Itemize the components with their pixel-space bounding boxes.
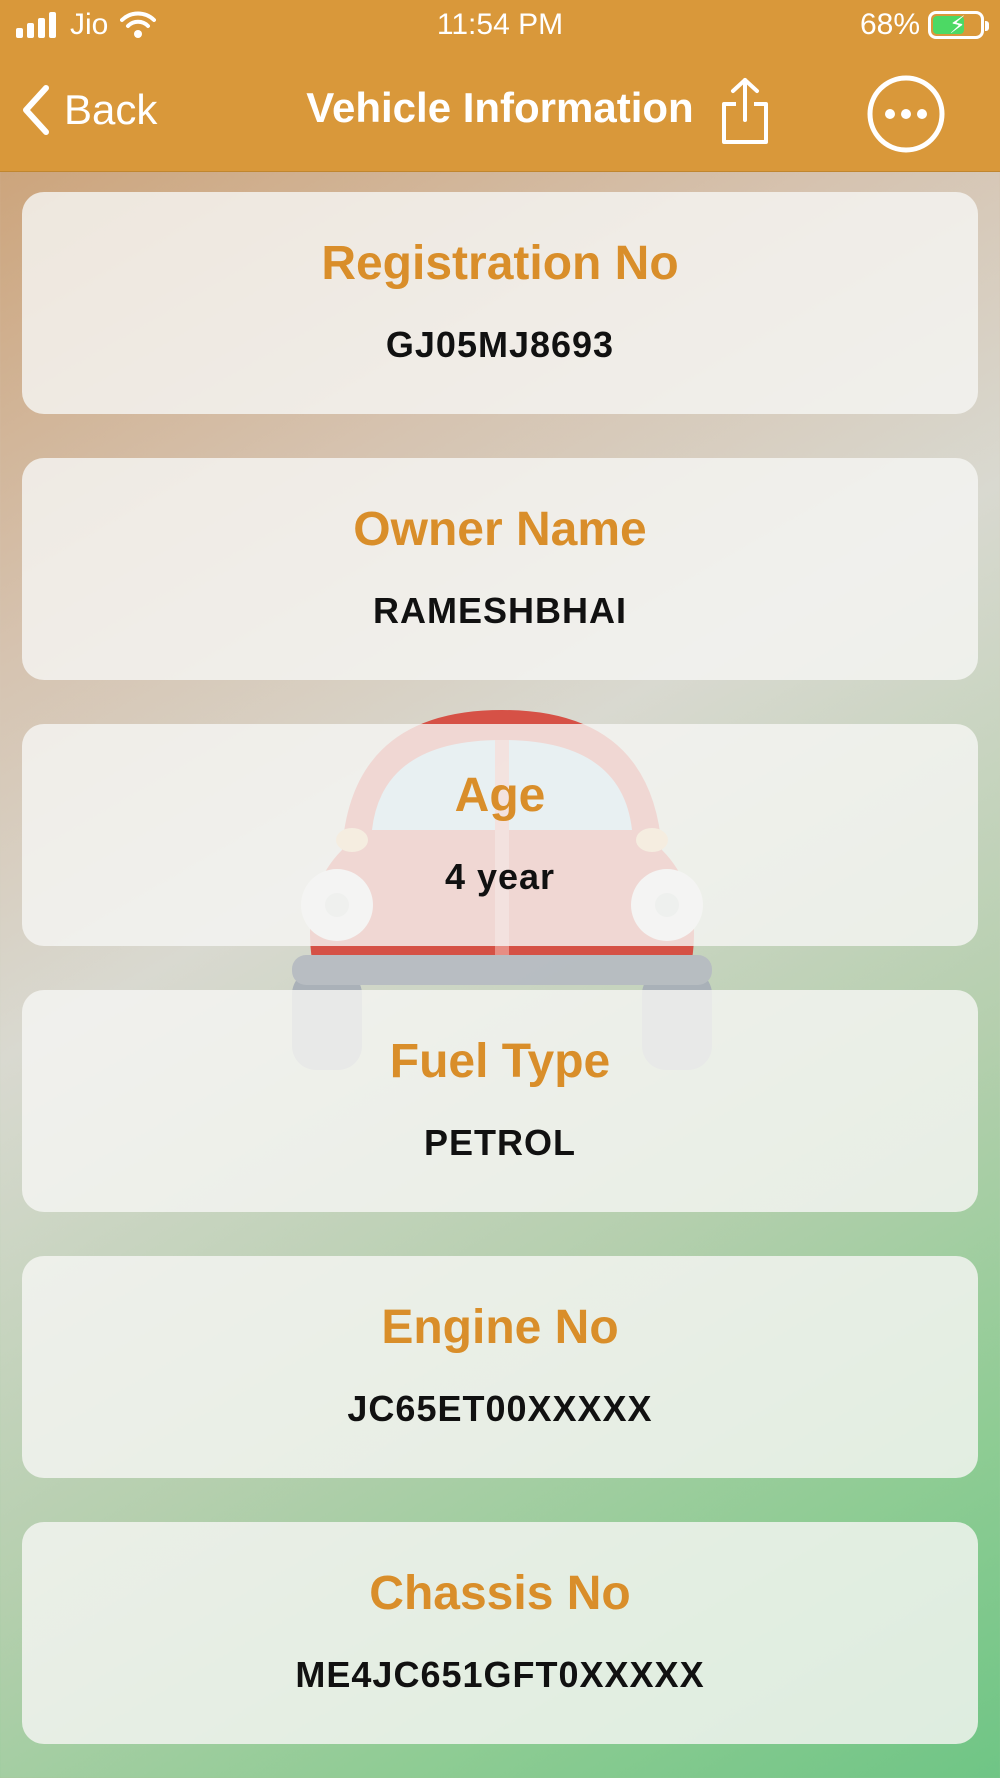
battery-percent: 68% xyxy=(859,8,920,41)
card-engine-no: Engine No JC65ET00XXXXX xyxy=(22,1256,978,1478)
card-value: JC65ET00XXXXX xyxy=(347,1388,653,1429)
vehicle-info-list: Registration No GJ05MJ8693 Owner Name RA… xyxy=(22,192,978,1778)
card-label: Engine No xyxy=(381,1301,619,1354)
card-label: Fuel Type xyxy=(389,1035,611,1088)
chevron-left-icon xyxy=(23,85,49,135)
card-label: Age xyxy=(454,769,546,822)
card-value: ME4JC651GFT0XXXXX xyxy=(295,1654,705,1695)
card-chassis-no: Chassis No ME4JC651GFT0XXXXX xyxy=(22,1522,978,1744)
status-bar: Jio 11:54 PM 68% ⚡ xyxy=(0,0,1000,54)
status-time: 11:54 PM xyxy=(436,8,564,41)
status-right: 68% ⚡ xyxy=(859,8,989,42)
card-label: Registration No xyxy=(321,237,679,290)
card-value: RAMESHBHAI xyxy=(372,590,627,631)
card-age: Age 4 year xyxy=(22,724,978,946)
top-bar: Jio 11:54 PM 68% ⚡ Back Vehicle Informat… xyxy=(0,0,1000,172)
card-value: GJ05MJ8693 xyxy=(385,324,615,365)
back-label: Back xyxy=(64,86,158,133)
navigation-bar: Back Vehicle Information xyxy=(0,54,1000,172)
card-label: Owner Name xyxy=(353,503,647,556)
card-value: PETROL xyxy=(423,1122,576,1163)
card-label: Chassis No xyxy=(369,1567,631,1620)
card-value: 4 year xyxy=(444,856,556,897)
back-button[interactable]: Back xyxy=(20,84,157,136)
more-options-icon[interactable] xyxy=(866,74,946,154)
share-icon[interactable] xyxy=(718,76,772,148)
card-owner-name: Owner Name RAMESHBHAI xyxy=(22,458,978,680)
battery-charging-icon: ⚡ xyxy=(928,11,989,39)
card-fuel-type: Fuel Type PETROL xyxy=(22,990,978,1212)
card-registration-no: Registration No GJ05MJ8693 xyxy=(22,192,978,414)
